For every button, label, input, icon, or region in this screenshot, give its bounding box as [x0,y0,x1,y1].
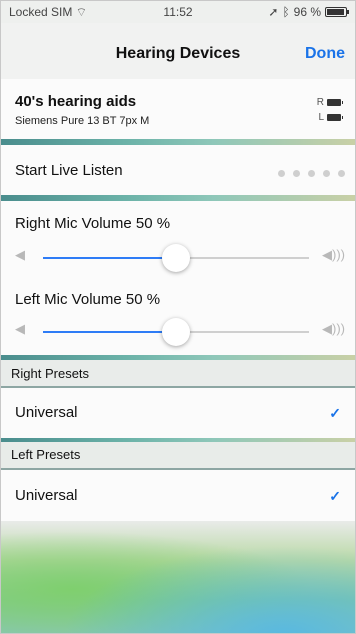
left-battery-indicator: L [318,112,343,123]
checkmark-icon: ✓ [329,488,341,504]
done-button[interactable]: Done [305,45,345,63]
slider-fill [43,331,176,333]
indicator-dot [278,170,285,177]
indicator-dot [323,170,330,177]
background-gradient [1,521,355,633]
section-divider [1,355,355,360]
battery-percent: 96 % [293,5,321,19]
section-divider [1,438,355,442]
right-presets-header: Right Presets [11,366,90,381]
location-icon: ➚ [268,5,279,19]
slider-track[interactable] [43,244,309,272]
slider-fill [43,257,176,259]
device-model: Siemens Pure 13 BT 7px M [15,115,150,127]
device-name: 40's hearing aids [15,93,137,110]
battery-icon [325,7,349,17]
status-bar: Locked SIM ⌔ 11:52 ➚ ᛒ 96 % [1,1,355,23]
left-ear-label: L [318,112,324,123]
page-title: Hearing Devices [115,45,241,62]
left-mic-volume-label: Left Mic Volume 50 % [15,291,161,308]
left-preset-label[interactable]: Universal [15,487,78,504]
volume-low-icon: ◀ [15,247,25,262]
left-mic-volume-slider[interactable]: ◀ ◀))) [15,318,345,346]
left-presets-header: Left Presets [11,447,81,462]
bluetooth-icon: ᛒ [282,5,290,19]
checkmark-icon: ✓ [329,405,341,421]
slider-thumb[interactable] [162,244,190,272]
indicator-dot [293,170,300,177]
navigation-bar: Hearing Devices Done [1,23,355,79]
slider-thumb[interactable] [162,318,190,346]
live-listen-indicator [278,170,345,177]
indicator-dot [338,170,345,177]
left-battery-icon [327,114,343,121]
app-frame: Locked SIM ⌔ 11:52 ➚ ᛒ 96 % Hearing Devi… [0,0,356,634]
live-listen-label[interactable]: Start Live Listen [15,162,123,179]
volume-high-icon: ◀))) [322,247,345,262]
volume-low-icon: ◀ [15,321,25,336]
right-ear-label: R [316,97,324,108]
slider-track[interactable] [43,318,309,346]
volume-high-icon: ◀))) [322,321,345,336]
indicator-dot [308,170,315,177]
right-preset-label[interactable]: Universal [15,404,78,421]
right-mic-volume-label: Right Mic Volume 50 % [15,215,171,232]
right-battery-indicator: R [316,97,343,108]
right-mic-volume-slider[interactable]: ◀ ◀))) [15,244,345,272]
right-battery-icon [327,99,343,106]
status-right: ➚ ᛒ 96 % [268,5,349,19]
